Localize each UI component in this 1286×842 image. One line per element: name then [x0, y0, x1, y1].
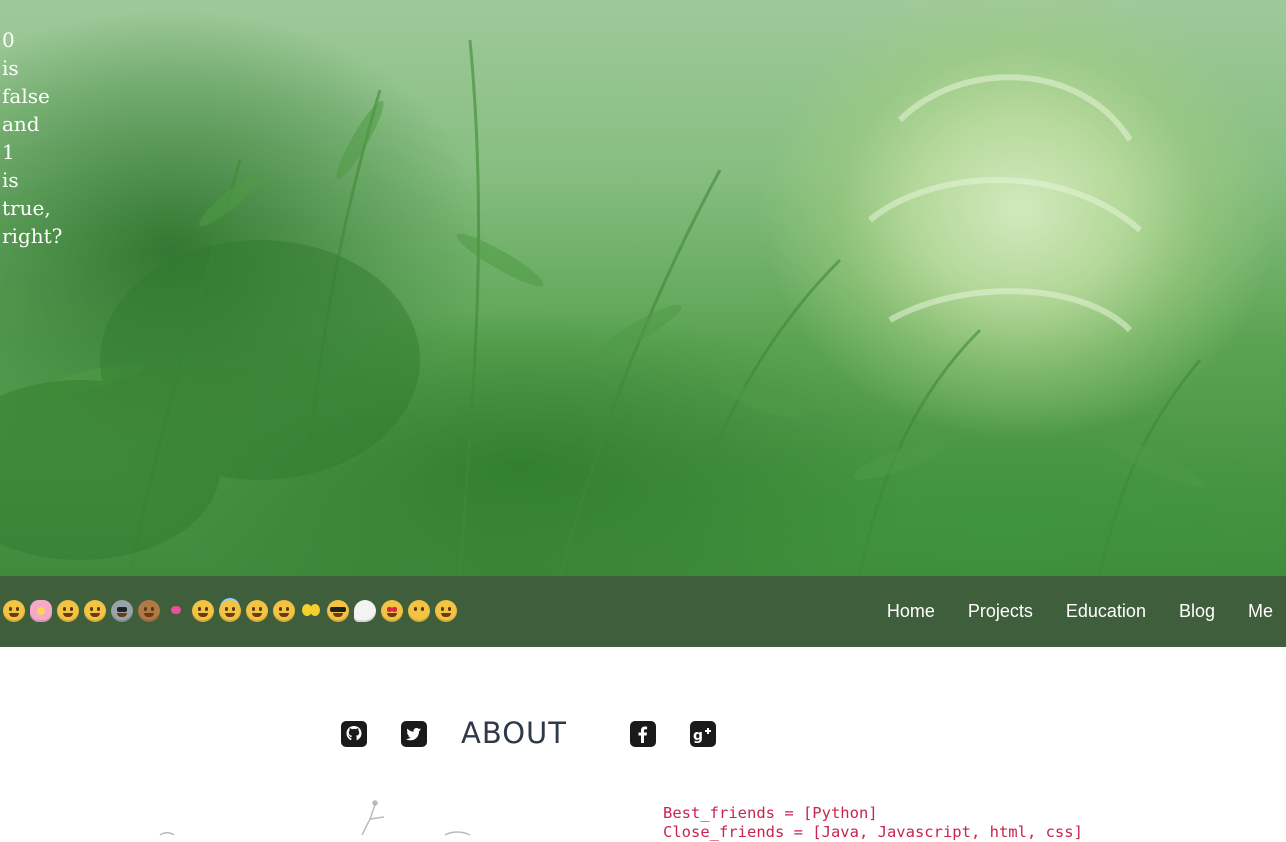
hero-quote: 0 is false and 1 is true, right? — [2, 26, 72, 250]
facebook-icon[interactable] — [630, 721, 656, 747]
code-line-best-friends: Best_friends = [Python] — [663, 804, 878, 822]
sunglasses-face-icon — [327, 600, 349, 622]
worried-face-icon — [84, 600, 106, 622]
nav-link-me[interactable]: Me — [1248, 601, 1273, 621]
halo-face-icon — [219, 600, 241, 622]
hero-quote-word: right? — [2, 224, 63, 248]
no-mouth-face-icon — [408, 600, 430, 622]
hero-quote-word: false — [2, 84, 50, 108]
heart-eyes-face-icon — [381, 600, 403, 622]
tears-of-joy-icon — [3, 600, 25, 622]
hero-banner: 0 is false and 1 is true, right? — [0, 0, 1286, 576]
nav-link-blog[interactable]: Blog — [1179, 601, 1215, 621]
cherry-blossom-icon — [30, 600, 52, 622]
hero-quote-word: 0 — [2, 28, 15, 52]
code-snippet: Best_friends = [Python] Close_friends = … — [663, 804, 1083, 842]
nav-links: Home Projects Education Blog Me — [887, 601, 1273, 621]
hero-quote-word: is — [2, 56, 19, 80]
about-section: ABOUT g Best_friends = [Python] Close_fr… — [0, 647, 1286, 841]
about-title: ABOUT — [461, 716, 567, 750]
tongue-wink-face-icon — [273, 600, 295, 622]
google-plus-icon[interactable]: g — [690, 721, 716, 747]
nav-link-projects[interactable]: Projects — [968, 601, 1033, 621]
two-hearts-icon — [165, 600, 187, 622]
relieved-face-icon — [246, 600, 268, 622]
alien-icon — [111, 600, 133, 622]
hero-quote-word: true, — [2, 196, 51, 220]
hero-quote-word: is — [2, 168, 19, 192]
smiling-face-icon — [192, 600, 214, 622]
see-no-evil-monkey-icon — [138, 600, 160, 622]
twitter-icon[interactable] — [401, 721, 427, 747]
navigation-bar: Home Projects Education Blog Me — [0, 576, 1286, 647]
code-line-close-friends: Close_friends = [Java, Javascript, html,… — [663, 823, 1083, 841]
emoji-strip — [3, 600, 457, 622]
node-graph-doodle — [159, 800, 471, 836]
nav-link-home[interactable]: Home — [887, 601, 935, 621]
thought-bubble-icon — [354, 600, 376, 622]
hero-quote-word: and — [2, 112, 40, 136]
hero-background-plants — [0, 39, 1205, 576]
svg-text:g: g — [693, 728, 703, 744]
yellow-heart-icon — [300, 600, 322, 622]
kissing-face-icon — [57, 600, 79, 622]
github-icon[interactable] — [341, 721, 367, 747]
sweat-smile-face-icon — [435, 600, 457, 622]
nav-link-education[interactable]: Education — [1066, 601, 1146, 621]
hero-quote-word: 1 — [2, 140, 15, 164]
